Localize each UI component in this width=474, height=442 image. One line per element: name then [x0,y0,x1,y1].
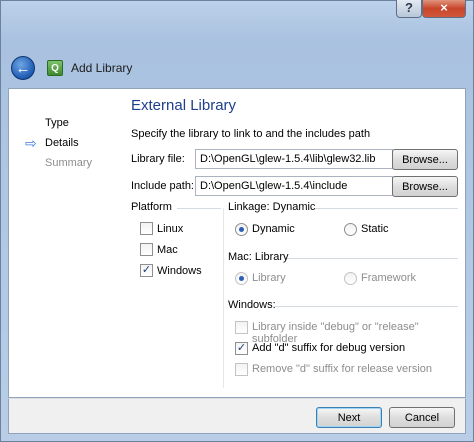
remove-d-suffix-checkbox[interactable] [235,363,248,376]
step-summary: Summary [9,153,119,173]
platform-group-title: Platform [131,201,172,213]
current-step-arrow-icon: ⇨ [25,135,37,151]
step-type: Type [9,113,119,133]
mac-label: Mac [157,244,178,256]
include-path-label: Include path: [131,180,194,192]
framework-label: Framework [361,272,417,284]
windows-separator [275,306,458,307]
group-divider [223,208,224,388]
window-title: Add Library [71,61,133,75]
page-title: External Library [131,97,237,114]
add-d-suffix-label: Add "d" suffix for debug version [252,342,406,354]
mac-separator [287,258,458,259]
static-radio[interactable] [344,223,357,236]
page-description: Specify the library to link to and the i… [131,128,371,140]
add-d-suffix-checkbox[interactable]: ✓ [235,342,248,355]
step-label: Summary [45,157,93,169]
windows-group-title: Windows: [228,299,276,311]
back-arrow-icon[interactable]: ← [11,56,35,80]
library-file-browse-button[interactable]: Browse... [392,149,458,170]
wizard-header: ← Q Add Library [8,48,466,88]
cancel-button[interactable]: Cancel [389,407,455,428]
next-button[interactable]: Next [316,407,382,428]
windows-checkbox[interactable]: ✓ [140,264,153,277]
library-radio[interactable] [235,272,248,285]
library-file-label: Library file: [131,153,185,165]
step-details: ⇨ Details [9,133,119,153]
mac-checkbox[interactable] [140,243,153,256]
library-file-input[interactable]: D:\OpenGL\glew-1.5.4\lib\glew32.lib [195,149,393,169]
linkage-group-title: Linkage: Dynamic [228,201,316,213]
help-button[interactable]: ? [396,0,422,18]
mac-group-title: Mac: Library [228,251,289,263]
step-label: Type [45,117,69,129]
platform-separator [177,208,221,209]
framework-radio[interactable] [344,272,357,285]
include-path-input[interactable]: D:\OpenGL\glew-1.5.4\include [195,176,393,196]
wizard-steps: Type ⇨ Details Summary [9,113,119,173]
dynamic-label: Dynamic [252,223,295,235]
step-label: Details [45,137,79,149]
static-label: Static [361,223,389,235]
wizard-page: Type ⇨ Details Summary External Library … [8,88,466,398]
library-label: Library [252,272,286,284]
close-button[interactable]: × [422,0,466,18]
dynamic-radio[interactable] [235,223,248,236]
windows-label: Windows [157,265,202,277]
remove-d-suffix-label: Remove "d" suffix for release version [252,363,433,375]
include-path-browse-button[interactable]: Browse... [392,176,458,197]
linux-label: Linux [157,223,184,235]
subfolder-checkbox[interactable] [235,321,248,334]
qt-creator-app-icon: Q [47,60,63,76]
linkage-separator [315,208,458,209]
wizard-footer: Next Cancel [8,398,466,434]
linux-checkbox[interactable] [140,222,153,235]
